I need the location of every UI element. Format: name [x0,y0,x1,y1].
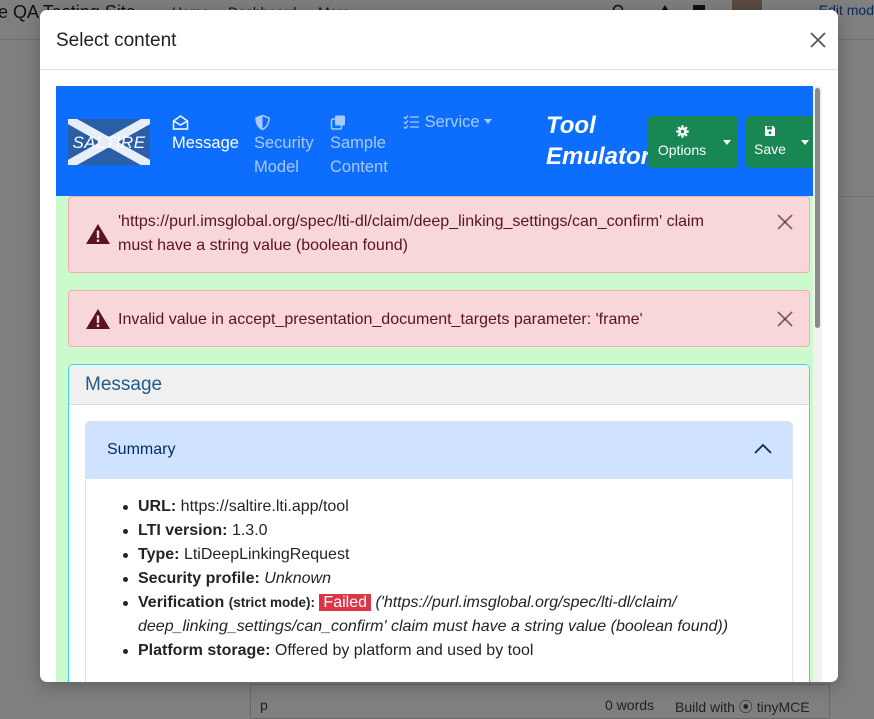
nav-security-label-1: Security [254,134,314,152]
envelope-open-icon [172,115,189,130]
verification-detail-1: ('https://purl.imsglobal.org/spec/lti-dl… [375,594,677,611]
save-icon [765,126,775,136]
nav-sample-label-1: Sample [330,134,386,152]
nav-service-dropdown[interactable]: Service [403,110,493,134]
options-split-button: Options [648,116,738,168]
nav-sample-label-2: Content [330,158,388,176]
alert-message-line-1: 'https://purl.imsglobal.org/spec/lti-dl/… [118,213,704,230]
divider [838,196,874,197]
save-label: Save [754,141,786,157]
tool-navbar: SALTIRE Message Security Model Sample Co… [56,86,813,196]
list-item: Type: LtiDeepLinkingRequest [123,543,758,567]
message-card-header: Message [69,365,809,405]
url-value: https://saltire.lti.app/tool [180,498,349,515]
editor-statusbar: p 0 words Build with ⦿ tinyMCE [250,684,830,719]
modal-header: Select content [40,10,838,70]
list-item: URL: https://saltire.lti.app/tool [123,495,758,519]
tool-title-line-1: Tool [546,112,596,139]
summary-accordion-header[interactable]: Summary [86,422,792,479]
message-card: Message Summary URL: https://saltire.lti… [68,364,810,682]
save-button[interactable]: Save [746,116,794,168]
list-item: Security profile: Unknown [123,567,758,591]
scrollbar-thumb[interactable] [815,88,820,328]
list-item: LTI version: 1.3.0 [123,519,758,543]
security-profile-value: Unknown [264,570,331,587]
summary-body: URL: https://saltire.lti.app/tool LTI ve… [86,479,792,663]
verification-detail-2: deep_linking_settings/can_confirm' claim… [138,618,729,635]
editor-branding: Build with ⦿ tinyMCE [675,699,810,715]
select-content-modal: Select content SALTIRE Message Security … [40,10,838,682]
nav-security-model[interactable]: Security Model [254,114,314,179]
scrollbar[interactable] [813,86,822,682]
editor-word-count: 0 words [605,697,655,713]
editor-path: p [260,697,268,713]
message-card-title: Message [85,374,163,395]
alert-danger: 'https://purl.imsglobal.org/spec/lti-dl/… [68,196,810,273]
alert-message-line-2: must have a string value (boolean found) [118,237,408,254]
close-icon[interactable] [808,30,828,50]
modal-title: Select content [56,30,177,51]
saltire-logo: SALTIRE [68,119,150,165]
nav-sample-content[interactable]: Sample Content [330,114,388,179]
save-dropdown-toggle[interactable] [801,140,809,145]
gear-icon [675,125,689,138]
alert-danger: Invalid value in accept_presentation_doc… [68,290,810,347]
summary-accordion: Summary URL: https://saltire.lti.app/too… [85,421,793,682]
alert-message-line-1: Invalid value in accept_presentation_doc… [118,311,643,328]
lti-version-value: 1.3.0 [231,522,268,539]
tool-title-line-2: Emulator [546,143,651,170]
list-item: Platform storage: Offered by platform an… [123,639,758,663]
status-badge: Failed [319,594,371,611]
chevron-up-icon [754,443,772,454]
nav-security-label-2: Model [254,158,299,176]
list-check-icon [403,115,419,129]
verification-mode: (strict mode): [228,595,315,610]
copy-icon [330,115,345,130]
alert-close-icon[interactable] [775,212,795,232]
tool-title: Tool Emulator [546,110,650,172]
nav-message[interactable]: Message [172,114,239,155]
nav-service-label: Service [424,113,480,131]
warning-triangle-icon [86,224,110,244]
list-item: Verification (strict mode): Failed ('htt… [123,591,758,639]
options-button[interactable]: Options [648,116,716,168]
options-dropdown-toggle[interactable] [723,140,731,145]
type-value: LtiDeepLinkingRequest [183,546,350,563]
platform-storage-value: Offered by platform and used by tool [274,642,534,659]
save-split-button: Save [746,116,813,168]
nav-message-label: Message [172,134,239,152]
warning-triangle-icon [86,309,110,329]
shield-icon [255,114,270,131]
logo-text: SALTIRE [72,133,146,152]
alert-close-icon[interactable] [775,309,795,329]
tool-iframe: SALTIRE Message Security Model Sample Co… [56,86,822,682]
summary-title: Summary [107,441,176,458]
options-label: Options [657,142,707,158]
caret-down-icon [484,119,493,124]
